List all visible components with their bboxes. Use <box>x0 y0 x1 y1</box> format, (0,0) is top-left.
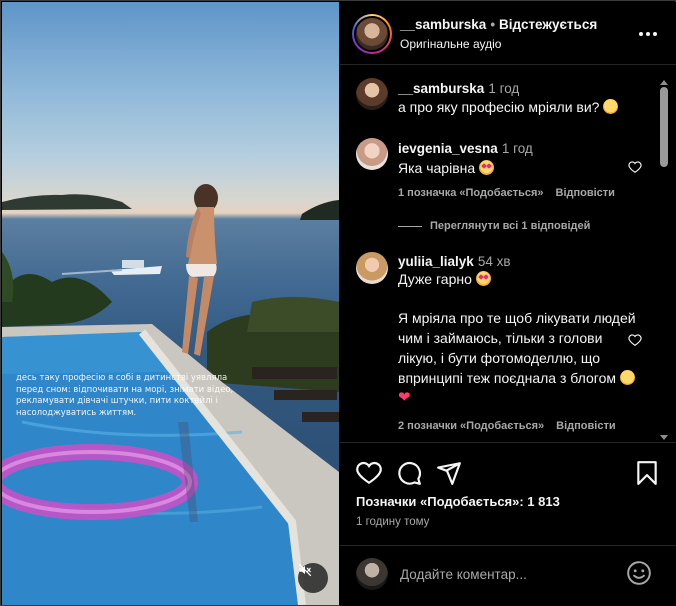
comment-text-body: Я мріяла про те щоб лікувати людей чим і… <box>398 308 636 408</box>
post-details-panel: __samburska • Відстежується Оригінальне ау… <box>340 2 676 606</box>
bookmark-icon[interactable] <box>634 460 660 486</box>
avatar[interactable] <box>356 138 388 170</box>
add-comment-bar <box>340 545 676 606</box>
comment-text: Яка чарівна <box>398 158 495 178</box>
star-struck-icon <box>479 160 495 175</box>
video-frame-illustration <box>2 184 339 605</box>
heart-emoji-icon <box>398 388 413 408</box>
mute-icon <box>298 563 312 577</box>
comment-input[interactable] <box>400 560 620 588</box>
current-user-avatar <box>356 558 388 590</box>
reply-button[interactable]: Відповісти <box>556 420 615 432</box>
comment-username[interactable]: ievgenia_vesna <box>398 141 498 156</box>
post-modal: десь таку професію я собі в дитинстві уя… <box>0 0 676 606</box>
comments-list: __samburska 1 год а про яку професію мрія… <box>340 66 676 443</box>
scroll-up-arrow-icon[interactable] <box>660 80 668 85</box>
author-line: __samburska • Відстежується <box>400 17 597 32</box>
scroll-down-arrow-icon[interactable] <box>660 435 668 440</box>
comments-scrollbar[interactable] <box>660 80 668 440</box>
star-struck-icon <box>475 271 491 286</box>
likes-count[interactable]: Позначки «Подобається»: 1 813 <box>356 494 560 509</box>
mute-button[interactable] <box>298 563 328 593</box>
like-comment-heart-icon[interactable] <box>628 333 642 347</box>
comment-username[interactable]: yuliia_lialyk <box>398 254 474 269</box>
comment-author: yuliia_lialyk 54 хв <box>398 254 511 269</box>
comment-icon[interactable] <box>396 460 422 486</box>
emoji-icon[interactable] <box>626 560 652 586</box>
comment-likes-count[interactable]: 2 позначки «Подобається» <box>398 420 544 432</box>
more-options-icon[interactable] <box>636 24 660 44</box>
comment-time[interactable]: 1 год <box>502 141 533 156</box>
smirking-face-icon <box>603 99 619 114</box>
comment-meta: 1 позначка «Подобається» Відповісти <box>398 187 615 199</box>
heart-icon[interactable] <box>356 460 382 486</box>
scrollbar-thumb[interactable] <box>660 87 668 167</box>
like-comment-heart-icon[interactable] <box>628 160 642 174</box>
comment-likes-count[interactable]: 1 позначка «Подобається» <box>398 187 544 199</box>
post-timestamp[interactable]: 1 годину тому <box>356 516 429 528</box>
comment-author: ievgenia_vesna 1 год <box>398 141 533 156</box>
comment-meta: 2 позначки «Подобається» Відповісти <box>398 420 616 432</box>
avatar[interactable] <box>356 252 388 284</box>
post-header: __samburska • Відстежується Оригінальне ау… <box>340 2 676 65</box>
author-avatar[interactable] <box>352 14 392 54</box>
original-audio-link[interactable]: Оригінальне аудіо <box>400 37 501 51</box>
replies-divider <box>398 226 422 227</box>
reel-video[interactable]: десь таку професію я собі в дитинстві уя… <box>2 2 339 605</box>
comment-time[interactable]: 1 год <box>488 81 519 96</box>
post-actions: Позначки «Подобається»: 1 813 1 годину т… <box>340 444 676 544</box>
comment-author: __samburska 1 год <box>398 81 519 96</box>
comment-username[interactable]: __samburska <box>398 81 484 96</box>
hugging-face-icon <box>619 370 635 385</box>
video-caption-overlay: десь таку професію я собі в дитинстві уя… <box>16 373 234 418</box>
following-button[interactable]: Відстежується <box>499 17 597 32</box>
avatar[interactable] <box>356 78 388 110</box>
comment-time[interactable]: 54 хв <box>478 254 511 269</box>
author-username[interactable]: __samburska <box>400 17 486 32</box>
reply-button[interactable]: Відповісти <box>556 187 615 199</box>
view-replies-button[interactable]: Переглянути всі 1 відповідей <box>430 220 590 232</box>
comment-text: Дуже гарно <box>398 269 491 289</box>
share-icon[interactable] <box>436 460 462 486</box>
separator-dot: • <box>490 17 496 32</box>
comment-text: а про яку професію мріяли ви? <box>398 97 638 117</box>
